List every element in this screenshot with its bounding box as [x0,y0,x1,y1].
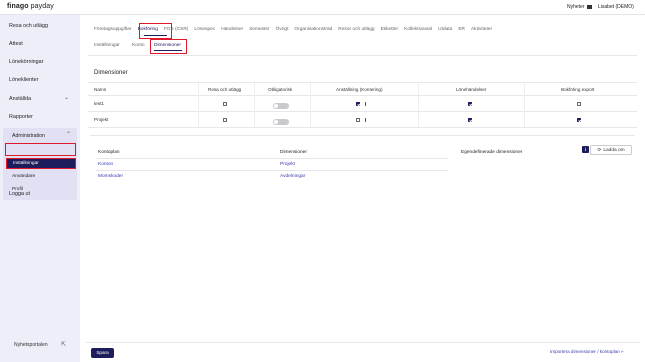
checkbox-resa[interactable] [223,118,227,122]
app-logo[interactable]: finago payday [7,3,54,10]
subtab-konto[interactable]: Konto [132,43,145,48]
tab-ovrigt[interactable]: Övrigt [276,27,289,32]
checkbox-bokforing-export[interactable] [577,118,581,122]
sidebar-subitem-label: Inställningar [13,161,39,166]
sidebar-group-administration: Administration ⌃ Inställningar Användare… [3,128,77,200]
divider [96,158,448,159]
divider [88,55,637,56]
portal-link[interactable]: Nyhetsportalen [14,342,48,348]
row-name: test1 [94,101,104,106]
checkbox-anstallning[interactable] [356,102,360,106]
sidebar-item-attest[interactable]: Attest [9,41,23,47]
column-divider [254,82,255,127]
mail-icon [586,5,592,9]
column-header-resa: Resa och utlägg [208,87,242,92]
top-bar: finago payday Nyheter Lisabet (DEMO) [0,0,645,15]
tab-organisationstrad[interactable]: Organisationsträd [294,27,332,32]
divider [88,111,637,112]
toggle-obligatorisk[interactable] [273,103,289,109]
sidebar-item-resa-och-utlagg[interactable]: Resa och utlägg [9,23,48,29]
kontoplan-link[interactable]: Konton [98,162,113,167]
sidebar-item-loneklienter[interactable]: Löneklienter [9,77,38,83]
brand-name: finago [7,3,29,10]
product-name: payday [28,3,54,10]
drag-handle-icon[interactable] [365,102,366,106]
tab-lonespec[interactable]: Lönespec [194,27,215,32]
sidebar-subitem-anvandare[interactable]: Användare [12,174,35,179]
info-icon[interactable]: i [582,146,589,153]
column-divider [418,82,419,127]
divider [88,127,637,128]
tab-aktiviteter[interactable]: Aktiviteter [471,27,492,32]
column-header-lonehandelser: Lönehändelser [456,87,487,92]
subtab-installningar[interactable]: Inställningar [94,43,120,48]
divider [86,342,640,343]
highlight-box [5,143,76,156]
divider [88,82,637,83]
page-title: Dimensioner [94,70,128,76]
tab-utdata[interactable]: Utdata [438,27,452,32]
tab-foretagsuppgifter[interactable]: Företagsuppgifter [94,27,132,32]
news-label: Nyheter [567,4,585,10]
checkbox-resa[interactable] [223,102,227,106]
refresh-icon: ⟳ [597,147,602,153]
sidebar: Resa och utlägg Attest Lönekörningar Lön… [0,15,80,362]
column-header-anstallning: Anställning (Kontering) [336,87,383,92]
divider [96,170,448,171]
dimensioner-header: Dimensioner [280,150,307,155]
tab-semester[interactable]: Semester [249,27,270,32]
sidebar-item-lonekorningar[interactable]: Lönekörningar [9,59,43,65]
toggle-obligatorisk[interactable] [273,119,289,125]
highlight-box [150,39,187,54]
news-button[interactable]: Nyheter [567,4,592,10]
drag-handle-icon[interactable] [365,118,366,122]
dimension-link[interactable]: Avdelningar [280,174,305,179]
kontoplan-link[interactable]: Momskoder [98,174,123,179]
tab-handelser[interactable]: Händelser [221,27,243,32]
sidebar-item-anstallda[interactable]: Anställda [9,94,70,102]
column-header-namn: Namn [94,87,107,92]
tab-er[interactable]: ER [458,27,465,32]
checkbox-bokforing-export[interactable] [577,102,581,106]
kontoplan-header: Kontoplan [98,150,120,155]
tab-active-indicator [144,35,167,36]
tab-resor-och-utlagg[interactable]: Resor och utlägg [338,27,374,32]
user-menu[interactable]: Lisabet (DEMO) [598,4,634,10]
save-button[interactable]: Spara [91,348,114,358]
sidebar-item-rapporter[interactable]: Rapporter [9,114,33,120]
column-header-bokforing-export: Bokföring export [561,87,595,92]
checkbox-lonehandelser[interactable] [468,102,472,106]
tab-etiketter[interactable]: Etiketter [381,27,399,32]
column-divider [524,82,525,127]
reload-button[interactable]: ⟳ Ladda om [590,145,632,155]
subtab-active-indicator [154,50,182,51]
reload-label: Ladda om [603,147,625,153]
divider [90,135,635,136]
divider [88,95,637,96]
dimension-link[interactable]: Projekt [280,162,295,167]
row-name: Projekt [94,117,109,122]
column-divider [310,82,311,127]
sidebar-item-logga-ut[interactable]: Logga ut [9,191,30,197]
sidebar-item-administration[interactable]: Administration [12,133,45,139]
chevron-up-icon[interactable]: ⌃ [66,131,71,138]
highlight-box [139,23,172,39]
column-divider [198,82,199,127]
column-header-obligatorisk: Obligatorisk [268,87,293,92]
checkbox-lonehandelser[interactable] [468,118,472,122]
import-link[interactable]: Importera dimensioner / kontoplan » [550,349,624,354]
external-link-icon[interactable]: ⇱ [61,341,66,348]
tab-kollektivavtal[interactable]: Kollektivavtal [404,27,432,32]
checkbox-anstallning[interactable] [356,118,360,122]
egendefinerade-header: Egendefinerade dimensioner [461,150,523,155]
sidebar-subitem-installningar[interactable]: Inställningar [6,158,76,169]
